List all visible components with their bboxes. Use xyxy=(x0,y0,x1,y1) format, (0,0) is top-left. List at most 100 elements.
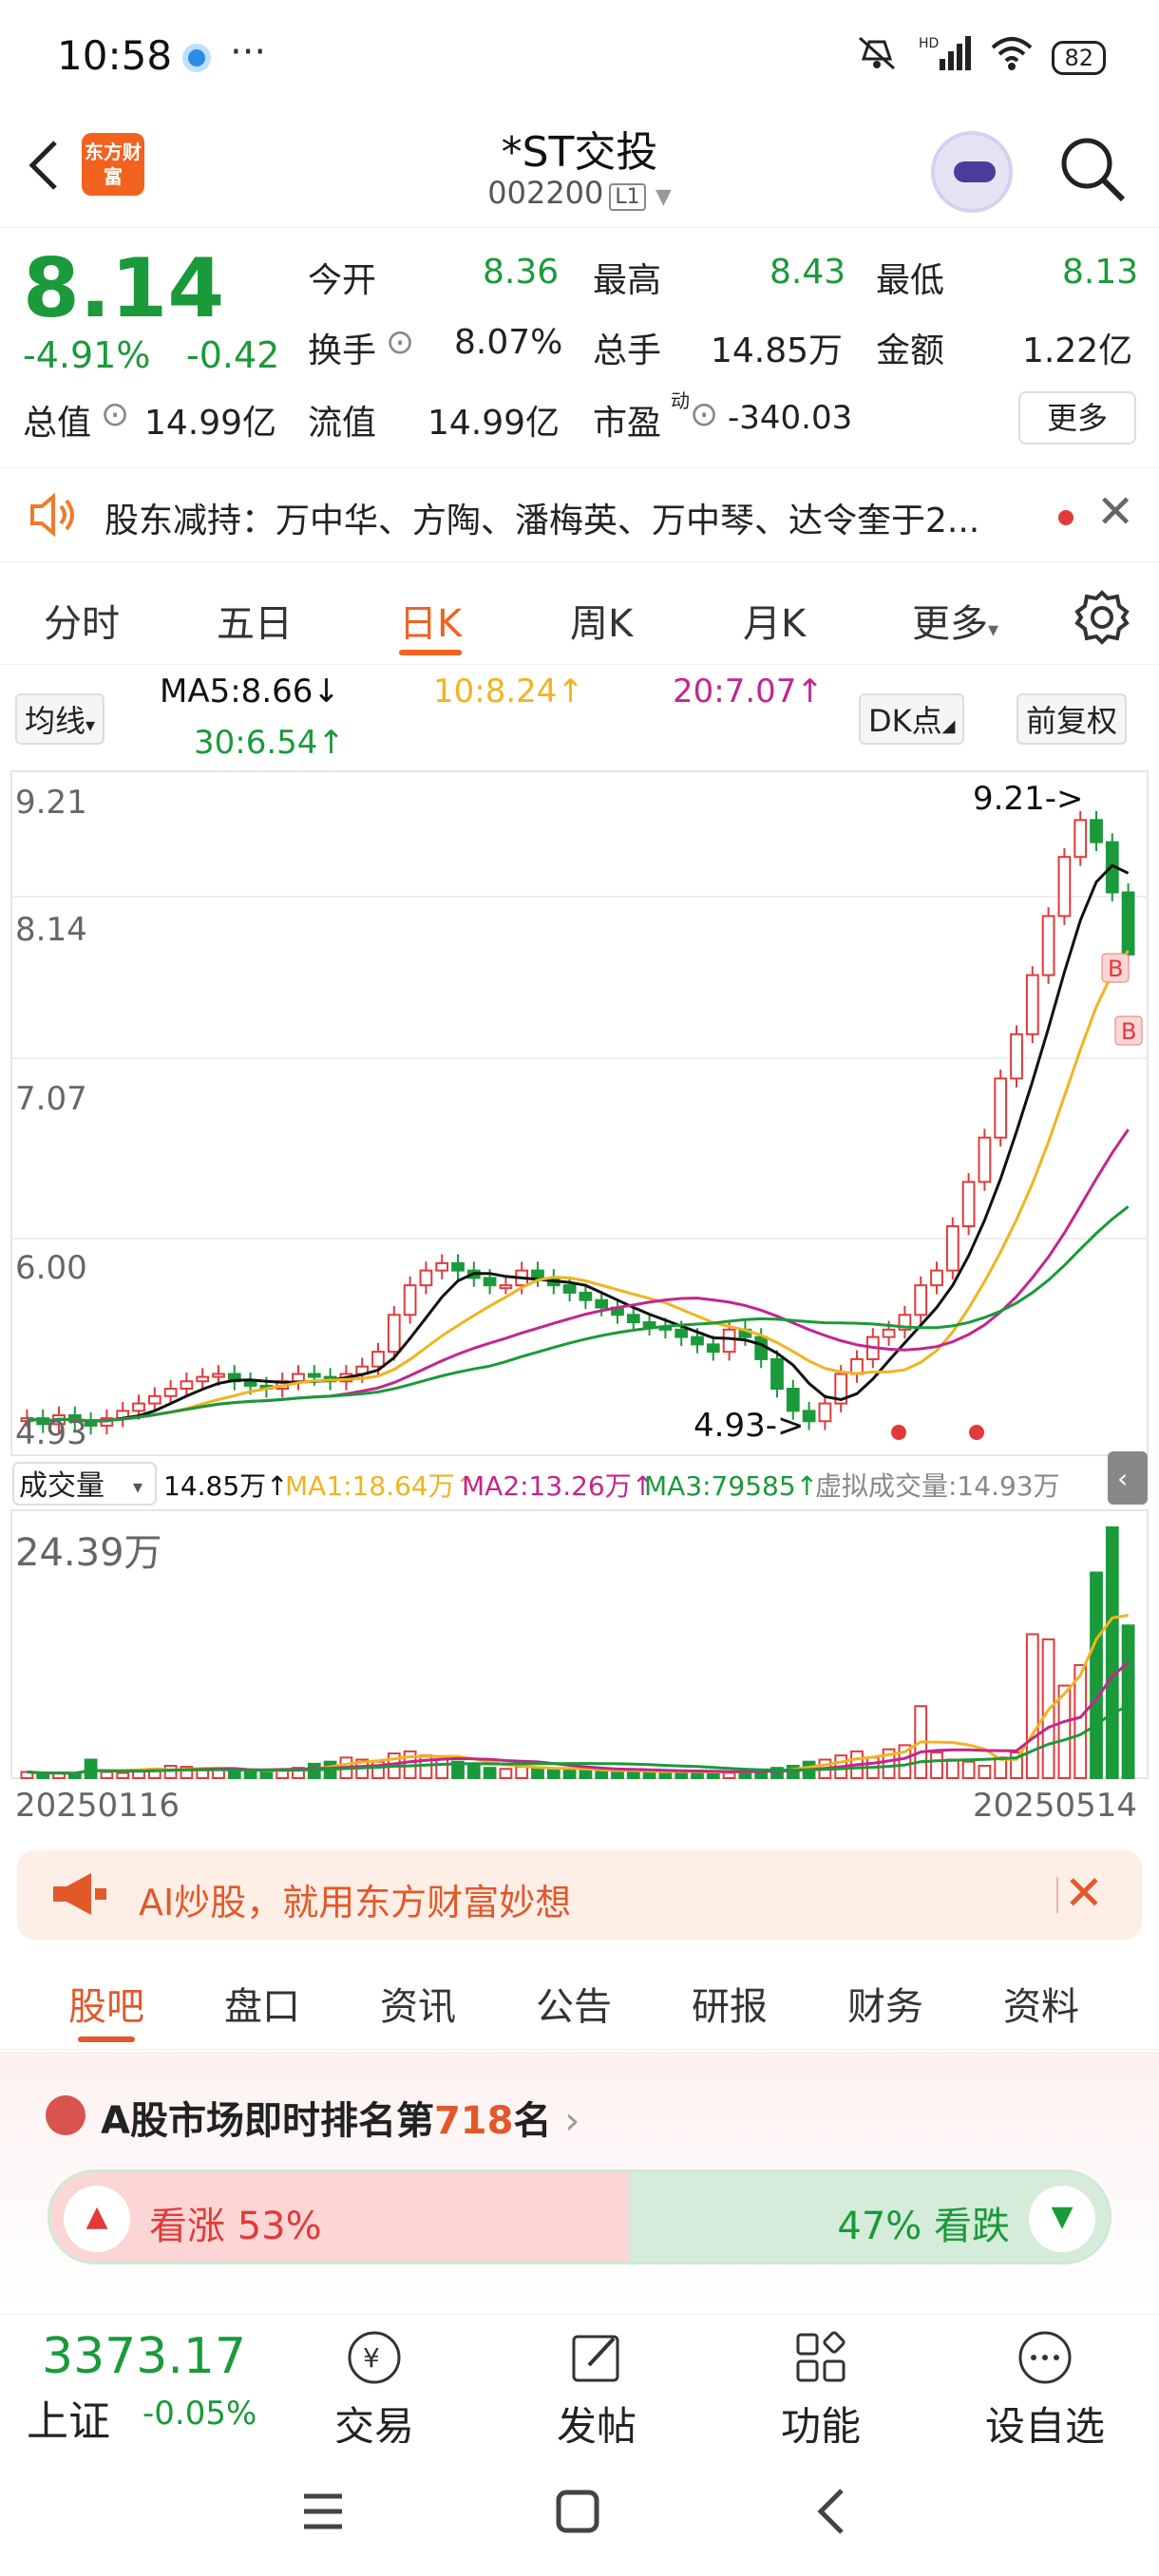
adjust-button[interactable]: 前复权 xyxy=(1016,693,1128,745)
candle-body xyxy=(930,1269,943,1287)
kline-chart[interactable]: 9.21 8.14 7.07 6.00 4.93 9.21-> 4.93-> B… xyxy=(0,767,1159,1831)
tab-profile[interactable]: 资料 xyxy=(1003,1976,1079,2031)
volume-bar xyxy=(722,1771,736,1779)
ai-banner[interactable]: AI炒股，就用东方财富妙想 ✕ xyxy=(17,1850,1142,1940)
float-value: 14.99亿 xyxy=(428,404,560,443)
low-label: 最低 xyxy=(876,261,945,300)
search-button[interactable] xyxy=(1056,133,1129,205)
candle-body xyxy=(978,1136,992,1184)
y-label-814: 8.14 xyxy=(15,911,87,949)
candle-body xyxy=(706,1343,720,1354)
bullish-up-icon[interactable]: ▲ xyxy=(64,2186,130,2252)
volume-bar xyxy=(36,1772,50,1780)
tab-more[interactable]: 更多▾ xyxy=(912,593,998,648)
pe-label: 市盈 xyxy=(593,404,662,443)
candle-body xyxy=(212,1373,225,1378)
chevron-down-icon: ▼ xyxy=(655,185,672,209)
volume-bar xyxy=(595,1771,609,1779)
dropdown-icon: ▾ xyxy=(988,618,999,642)
settings-button[interactable] xyxy=(1074,589,1130,650)
ma20-value: 20:7.07↑ xyxy=(673,672,824,710)
tab-intraday[interactable]: 分时 xyxy=(44,593,120,648)
tab-five-day[interactable]: 五日 xyxy=(217,593,293,648)
candle-body xyxy=(387,1314,401,1354)
volume-bar xyxy=(611,1770,624,1779)
pe-value: -340.03 xyxy=(728,399,853,437)
volume-max-label: 24.39万 xyxy=(15,1531,162,1575)
info-icon[interactable]: ⊙ xyxy=(690,395,718,434)
ma-selector[interactable]: 均线▾ xyxy=(15,693,105,745)
candle-body xyxy=(945,1224,960,1272)
open-value: 8.36 xyxy=(483,253,560,292)
ma-legend: 均线▾ MA5:8.66↓ 10:8.24↑ 20:7.07↑ 30:6.54↑… xyxy=(0,671,1159,766)
end-date: 20250514 xyxy=(973,1787,1137,1825)
close-icon[interactable]: ✕ xyxy=(1064,1866,1104,1921)
candle-body xyxy=(307,1373,321,1378)
signal-icon: HD xyxy=(919,34,972,81)
post-button[interactable]: 发帖 xyxy=(521,2326,673,2453)
candle-body xyxy=(562,1284,577,1294)
home-icon xyxy=(556,2490,599,2533)
buy-marker-label: B xyxy=(1121,1018,1136,1045)
volume-label: 总手 xyxy=(593,331,662,370)
candle-body xyxy=(196,1375,210,1383)
volume-bars-group xyxy=(20,1526,1135,1780)
start-date: 20250116 xyxy=(15,1787,180,1825)
tab-news[interactable]: 资讯 xyxy=(380,1976,456,2031)
volume-bar xyxy=(515,1766,529,1780)
assistant-avatar-icon[interactable] xyxy=(931,131,1013,213)
candle-body xyxy=(674,1328,689,1338)
volume-bar xyxy=(930,1751,943,1779)
volume-bar xyxy=(259,1770,274,1779)
volume-bar xyxy=(116,1771,130,1779)
close-icon[interactable]: ✕ xyxy=(1096,485,1134,539)
candle-body xyxy=(483,1277,497,1287)
home-nav-button[interactable] xyxy=(555,2489,600,2538)
add-watchlist-button[interactable]: 设自选 xyxy=(969,2326,1121,2453)
tab-monthly-k[interactable]: 月K xyxy=(743,593,806,648)
volume-bar xyxy=(435,1758,449,1779)
chevron-right-icon: › xyxy=(564,2099,580,2143)
candle-body xyxy=(292,1373,305,1383)
back-nav-button[interactable] xyxy=(813,2487,847,2540)
candle-body xyxy=(180,1380,194,1391)
grid-icon xyxy=(796,2331,846,2382)
menu-nav-button[interactable] xyxy=(300,2491,346,2536)
chart-canvas[interactable]: 9.21 8.14 7.07 6.00 4.93 9.21-> 4.93-> B… xyxy=(0,767,1159,1831)
trade-button[interactable]: ¥ 交易 xyxy=(298,2326,450,2453)
edit-icon xyxy=(572,2335,619,2382)
tab-guba[interactable]: 股吧 xyxy=(68,1976,144,2042)
ranking-title[interactable]: A股市场即时排名第718名 › xyxy=(101,2090,580,2145)
vol-ma1: MA1:18.64万↑ xyxy=(285,1470,477,1502)
candle-body xyxy=(132,1402,145,1412)
turnover-value: 8.07% xyxy=(454,323,563,362)
candle-body xyxy=(818,1402,832,1423)
menu-icon xyxy=(304,2493,342,2529)
tab-announcements[interactable]: 公告 xyxy=(536,1976,612,2031)
info-icon[interactable]: ⊙ xyxy=(101,395,129,434)
bottom-toolbar: 3373.17 上证 -0.05% ¥ 交易 发帖 功能 设自选 xyxy=(0,2314,1159,2450)
bullish-bar[interactable] xyxy=(50,2172,631,2262)
notice-bar[interactable]: 股东减持：万中华、方陶、潘梅英、万中琴、达令奎于2... ✕ xyxy=(0,467,1159,562)
svg-text:¥: ¥ xyxy=(363,2342,380,2374)
candle-body xyxy=(994,1077,1008,1139)
index-value: 3373.17 xyxy=(42,2328,247,2385)
index-name: 上证 xyxy=(27,2397,110,2446)
tab-weekly-k[interactable]: 周K xyxy=(570,593,633,648)
mktcap-label: 总值 xyxy=(23,404,92,443)
tab-research[interactable]: 研报 xyxy=(692,1976,768,2031)
bearish-down-icon[interactable]: ▼ xyxy=(1029,2186,1095,2252)
functions-button[interactable]: 功能 xyxy=(745,2326,897,2453)
candle-body xyxy=(914,1284,928,1316)
tab-daily-k[interactable]: 日K xyxy=(399,593,463,655)
info-icon[interactable]: ⊙ xyxy=(386,323,414,362)
y-label-600: 6.00 xyxy=(15,1249,87,1287)
tab-financials[interactable]: 财务 xyxy=(847,1976,923,2031)
dk-point-button[interactable]: DK点◢ xyxy=(859,693,965,745)
low-annotation: 4.93-> xyxy=(694,1407,804,1445)
volume-bar xyxy=(1090,1571,1103,1779)
more-button[interactable]: 更多 xyxy=(1018,391,1136,445)
tab-pankou[interactable]: 盘口 xyxy=(224,1976,300,2031)
sentiment-vote: ▲ 看涨 53% 47% 看跌 ▼ xyxy=(48,2169,1112,2264)
status-more: ··· xyxy=(230,30,267,74)
